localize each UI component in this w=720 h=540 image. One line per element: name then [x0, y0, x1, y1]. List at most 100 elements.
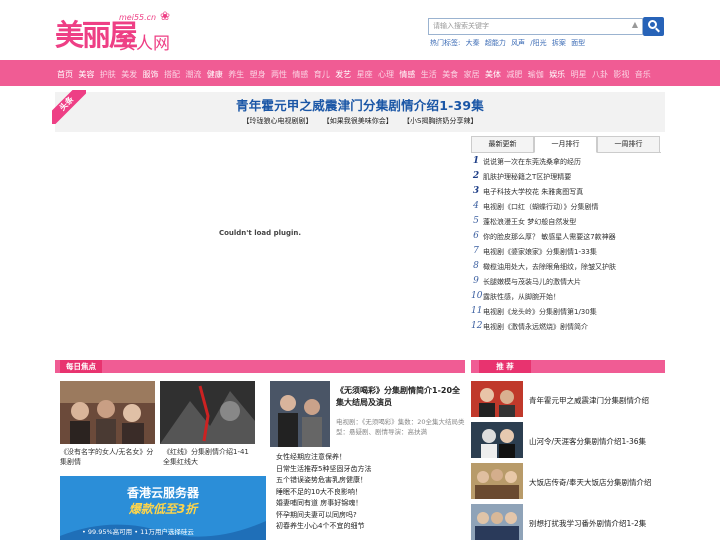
nav-item[interactable]: 减肥	[506, 69, 522, 80]
hot-tag[interactable]: 超能力	[485, 39, 506, 47]
nav-item[interactable]: 生活	[421, 69, 437, 80]
nav-item[interactable]: 美容	[78, 69, 94, 80]
rank-title[interactable]: 蓬松浪漫王女 梦幻般自然发型	[483, 217, 576, 227]
article-link[interactable]: 婚妻哺同有道 房事好锦魂！	[276, 498, 362, 508]
nav-item[interactable]: 养生	[228, 69, 244, 80]
headline-link[interactable]: 青年霍元甲之威震津门分集剧情介绍1-39集	[0, 95, 720, 114]
rank-title[interactable]: 电视剧《婆家娘家》分集剧情1-33集	[483, 247, 597, 257]
rank-item[interactable]: 1 说说第一次在东莞洗桑拿的经历	[471, 156, 665, 171]
hot-tag[interactable]: 面型	[571, 39, 585, 47]
recommend-title[interactable]: 别想打扰我学习番外剧情介绍1-2集	[529, 518, 646, 529]
nav-item[interactable]: 情感	[292, 69, 308, 80]
rank-title[interactable]: 露肤性感，从脚腕开始！	[483, 292, 560, 302]
sublink[interactable]: 【如果我很美味你会】	[323, 117, 393, 125]
rank-item[interactable]: 7 电视剧《婆家娘家》分集剧情1-33集	[471, 246, 665, 261]
nav-item[interactable]: 八卦	[592, 69, 608, 80]
hot-tag[interactable]: 风声	[511, 39, 525, 47]
focus-caption-2[interactable]: 《红线》分集剧情介绍1-41全集红线大	[163, 447, 255, 467]
recommend-title[interactable]: 青年霍元甲之威震津门分集剧情介绍	[529, 395, 649, 406]
recommend-item[interactable]: 山河令/天涯客分集剧情介绍1-36集	[471, 422, 665, 458]
sublink[interactable]: 【玲珑狼心电视剧剧】	[243, 117, 313, 125]
nav-item[interactable]: 发艺	[335, 69, 351, 80]
article-link[interactable]: 五个错误姿势危害乳房健康！	[276, 475, 367, 485]
hot-tags: 热门标签: 大秦 超能力 风声 /阳光 拆案 面型	[430, 38, 588, 48]
article-link[interactable]: 睡眠不足的10大不良影响！	[276, 487, 362, 497]
rank-item[interactable]: 9 长腿嫩模与茂装马儿的激情大片	[471, 276, 665, 291]
rank-item[interactable]: 3 电子科技大学校花 朱雅禽图写真	[471, 186, 665, 201]
nav-item[interactable]: 首页	[57, 69, 73, 80]
focus-caption-1[interactable]: 《没有名字的女人/无名女》分集剧情	[60, 447, 155, 467]
recommend-item[interactable]: 别想打扰我学习番外剧情介绍1-2集	[471, 504, 665, 540]
rank-title[interactable]: 肌肤护理秘籍之T区护理精要	[483, 172, 571, 182]
rank-title[interactable]: 电子科技大学校花 朱雅禽图写真	[483, 187, 583, 197]
feature-image[interactable]	[270, 381, 330, 447]
rank-item[interactable]: 2 肌肤护理秘籍之T区护理精要	[471, 171, 665, 186]
search-button[interactable]	[643, 17, 664, 36]
rank-item[interactable]: 11 电视剧《龙头岭》分集剧情第1/30集	[471, 306, 665, 321]
nav-item[interactable]: 美发	[121, 69, 137, 80]
logo-subtitle: 女人网	[119, 34, 170, 54]
ad-banner[interactable]: 香港云服务器 爆款低至3折 • 99.95%高可用 • 11万用户选择硅云	[60, 476, 266, 540]
rank-title[interactable]: 橄榄油用处大，去除眼角细纹，除皱又护肤	[483, 262, 616, 272]
rank-title[interactable]: 电视剧《龙头岭》分集剧情第1/30集	[483, 307, 597, 317]
nav-item[interactable]: 美食	[442, 69, 458, 80]
rank-title[interactable]: 说说第一次在东莞洗桑拿的经历	[483, 157, 581, 167]
recommend-title[interactable]: 大饭店传奇/奉天大饭店分集剧情介绍	[529, 477, 652, 488]
rank-title[interactable]: 你的脸皮那么厚？ 敏感星人需要这7款神器	[483, 232, 616, 242]
search-input[interactable]: 请输入搜索关键字 ▲	[428, 18, 643, 35]
ad-title: 香港云服务器	[126, 486, 199, 500]
nav-item[interactable]: 影视	[613, 69, 629, 80]
rank-number: 3	[472, 186, 480, 196]
rank-tabs: 最新更新 一月排行 一周排行	[471, 136, 661, 153]
nav-item[interactable]: 音乐	[635, 69, 651, 80]
rank-item[interactable]: 4 电视剧《口红（蝴蝶行动）》分集剧情	[471, 201, 665, 216]
nav-item[interactable]: 护肤	[100, 69, 116, 80]
rank-item[interactable]: 6 你的脸皮那么厚？ 敏感星人需要这7款神器	[471, 231, 665, 246]
tab-latest[interactable]: 最新更新	[471, 136, 534, 153]
recommend-item[interactable]: 大饭店传奇/奉天大饭店分集剧情介绍	[471, 463, 665, 499]
nav-item[interactable]: 瑜伽	[528, 69, 544, 80]
rank-item[interactable]: 10 露肤性感，从脚腕开始！	[471, 291, 665, 306]
nav-item[interactable]: 家居	[464, 69, 480, 80]
article-link[interactable]: 日常生活推荐5种坚固牙齿方法	[276, 464, 371, 474]
dropdown-icon[interactable]: ▲	[632, 20, 638, 29]
rank-title[interactable]: 电视剧《口红（蝴蝶行动）》分集剧情	[483, 202, 599, 212]
hot-tag[interactable]: 大秦	[466, 39, 480, 47]
site-logo[interactable]: 美丽屋 mei55.cn ❀ 女人网	[55, 9, 175, 55]
sublink[interactable]: 【小S揭胸挤奶分享辣】	[403, 117, 477, 125]
focus-image-1[interactable]	[60, 381, 155, 444]
nav-item[interactable]: 情感	[399, 69, 415, 80]
rank-title[interactable]: 电视剧《激情永远燃烧》剧情简介	[483, 322, 588, 332]
rank-number: 12	[471, 321, 483, 331]
hot-tag[interactable]: 拆案	[552, 39, 566, 47]
article-link[interactable]: 初春养生小心4个不宜的细节	[276, 521, 364, 531]
nav-item[interactable]: 育儿	[314, 69, 330, 80]
recommend-thumb	[471, 504, 523, 540]
feature-title[interactable]: 《无须喝彩》分集剧情简介1-20全集大结局及演员	[336, 385, 466, 409]
rank-item[interactable]: 12 电视剧《激情永远燃烧》剧情简介	[471, 321, 665, 336]
tab-week[interactable]: 一周排行	[597, 136, 660, 153]
nav-item[interactable]: 美体	[485, 69, 501, 80]
nav-item[interactable]: 两性	[271, 69, 287, 80]
nav-item[interactable]: 潮流	[185, 69, 201, 80]
article-link[interactable]: 怀孕期间夫妻可以同房吗?	[276, 510, 357, 520]
nav-item[interactable]: 塑身	[250, 69, 266, 80]
recommend-item[interactable]: 青年霍元甲之威震津门分集剧情介绍	[471, 381, 665, 417]
nav-item[interactable]: 服饰	[143, 69, 159, 80]
rank-title[interactable]: 长腿嫩模与茂装马儿的激情大片	[483, 277, 581, 287]
nav-item[interactable]: 心理	[378, 69, 394, 80]
recommend-thumb	[471, 381, 523, 417]
hot-tag[interactable]: /阳光	[530, 39, 546, 47]
rank-item[interactable]: 8 橄榄油用处大，去除眼角细纹，除皱又护肤	[471, 261, 665, 276]
nav-item[interactable]: 星座	[357, 69, 373, 80]
nav-item[interactable]: 明星	[571, 69, 587, 80]
tab-month[interactable]: 一月排行	[534, 136, 597, 153]
rank-item[interactable]: 5 蓬松浪漫王女 梦幻般自然发型	[471, 216, 665, 231]
focus-image-2[interactable]	[160, 381, 255, 444]
recommend-title[interactable]: 山河令/天涯客分集剧情介绍1-36集	[529, 436, 646, 447]
main-nav: 首页 美容 护肤 美发 服饰 搭配 潮流 健康 养生 塑身 两性 情感 育儿 发艺 星座 心理 情感 生活 美食 家居…	[0, 60, 720, 86]
nav-item[interactable]: 娱乐	[549, 69, 565, 80]
nav-item[interactable]: 搭配	[164, 69, 180, 80]
article-link[interactable]: 女性经期应注意保养！	[276, 452, 346, 462]
nav-item[interactable]: 健康	[207, 69, 223, 80]
